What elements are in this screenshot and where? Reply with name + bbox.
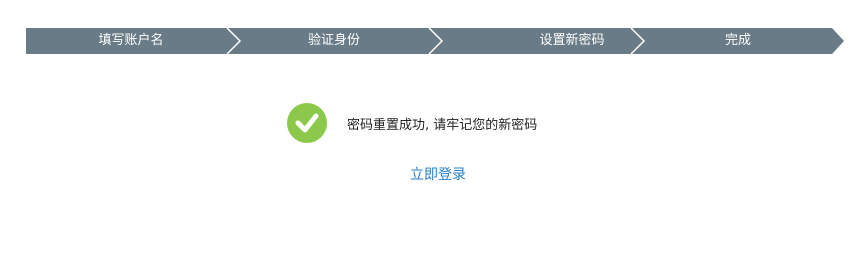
reset-password-success-page: 填写账户名 验证身份 设置新密码 完成 密码重置成功, 请牢记您的新密码 立即登… bbox=[0, 0, 868, 262]
success-message-row: 密码重置成功, 请牢记您的新密码 bbox=[287, 103, 537, 143]
success-message: 密码重置成功, 请牢记您的新密码 bbox=[347, 117, 538, 133]
progress-steps: 填写账户名 验证身份 设置新密码 完成 bbox=[26, 28, 844, 54]
step-1-fill-account: 填写账户名 bbox=[98, 33, 164, 48]
step-2-verify-identity: 验证身份 bbox=[307, 33, 360, 48]
login-now-link[interactable]: 立即登录 bbox=[410, 164, 466, 184]
checkmark-icon bbox=[287, 103, 327, 143]
step-3-set-new-password: 设置新密码 bbox=[539, 33, 605, 48]
step-4-complete: 完成 bbox=[724, 33, 751, 48]
